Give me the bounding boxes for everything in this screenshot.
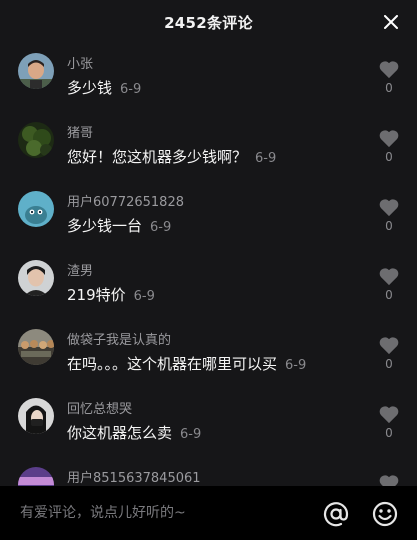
like-count: 0 <box>385 357 393 371</box>
avatar[interactable] <box>18 398 54 434</box>
comment-text: 你这机器怎么卖 6-9 <box>67 422 201 443</box>
comment-item: 猪哥 您好！您这机器多少钱啊？ 6-9 0 <box>0 113 417 182</box>
like-count: 0 <box>385 150 393 164</box>
comment-item: 做袋子我是认真的 在吗。。。这个机器在哪里可以买 6-9 0 <box>0 320 417 389</box>
like-button[interactable]: 0 <box>377 197 401 233</box>
emoji-button[interactable] <box>371 500 399 528</box>
comment-text: 多少钱 6-9 <box>67 77 141 98</box>
comment-item: 回忆总想哭 你这机器怎么卖 6-9 0 <box>0 389 417 458</box>
comment-content: 多少钱一台 <box>67 217 143 235</box>
comment-date: 6-9 <box>150 220 172 235</box>
comment-list[interactable]: 小张 多少钱 6-9 0 猪哥 您好！您这机器多少钱啊？ 6-9 0 用户607… <box>0 44 417 486</box>
heart-icon <box>379 475 399 486</box>
comment-username[interactable]: 回忆总想哭 <box>67 398 132 417</box>
comment-date: 6-9 <box>180 427 202 442</box>
comment-content: 多少钱 <box>67 79 113 97</box>
comment-content: 219特价 <box>67 286 126 304</box>
comment-username[interactable]: 用户60772651828 <box>67 191 184 210</box>
emoji-icon <box>372 501 398 527</box>
avatar[interactable] <box>18 122 54 158</box>
comment-date: 6-9 <box>133 289 155 304</box>
comment-username[interactable]: 用户8515637845061 <box>67 467 201 486</box>
avatar[interactable] <box>18 329 54 365</box>
comment-input[interactable] <box>20 502 300 524</box>
like-count: 0 <box>385 426 393 440</box>
like-button[interactable]: 0 <box>377 266 401 302</box>
avatar[interactable] <box>18 260 54 296</box>
comment-date: 6-9 <box>285 358 307 373</box>
heart-icon <box>379 406 399 424</box>
comment-item: 用户60772651828 多少钱一台 6-9 0 <box>0 182 417 251</box>
comment-content: 你这机器怎么卖 <box>67 424 173 442</box>
like-button[interactable]: 0 <box>377 128 401 164</box>
heart-icon <box>379 130 399 148</box>
comment-username[interactable]: 做袋子我是认真的 <box>67 329 171 348</box>
comment-content: 在吗。。。这个机器在哪里可以买 <box>67 355 278 373</box>
comment-text: 您好！您这机器多少钱啊？ 6-9 <box>67 146 276 167</box>
heart-icon <box>379 61 399 79</box>
comment-input-bar <box>0 486 417 540</box>
at-icon <box>323 502 349 527</box>
comment-text: 在吗。。。这个机器在哪里可以买 6-9 <box>67 353 306 374</box>
like-count: 0 <box>385 219 393 233</box>
comment-username[interactable]: 渣男 <box>67 260 93 279</box>
comment-content: 您好！您这机器多少钱啊？ <box>67 148 248 166</box>
comments-title: 2452条评论 <box>164 13 253 32</box>
avatar[interactable] <box>18 467 54 486</box>
avatar[interactable] <box>18 191 54 227</box>
like-button[interactable]: 0 <box>377 404 401 440</box>
comment-item: 用户8515637845061 <box>0 458 417 486</box>
heart-icon <box>379 268 399 286</box>
close-icon <box>384 15 398 29</box>
like-button[interactable]: 0 <box>377 59 401 95</box>
like-count: 0 <box>385 288 393 302</box>
like-button[interactable] <box>377 473 401 486</box>
comment-date: 6-9 <box>255 151 277 166</box>
like-button[interactable]: 0 <box>377 335 401 371</box>
heart-icon <box>379 337 399 355</box>
comment-item: 小张 多少钱 6-9 0 <box>0 44 417 113</box>
comment-item: 渣男 219特价 6-9 0 <box>0 251 417 320</box>
close-button[interactable] <box>381 12 401 32</box>
comment-username[interactable]: 小张 <box>67 53 93 72</box>
mention-button[interactable] <box>322 500 350 528</box>
comment-text: 多少钱一台 6-9 <box>67 215 171 236</box>
like-count: 0 <box>385 81 393 95</box>
heart-icon <box>379 199 399 217</box>
comment-username[interactable]: 猪哥 <box>67 122 93 141</box>
comments-header: 2452条评论 <box>0 0 417 44</box>
avatar[interactable] <box>18 53 54 89</box>
comment-text: 219特价 6-9 <box>67 284 155 305</box>
comment-date: 6-9 <box>120 82 142 97</box>
